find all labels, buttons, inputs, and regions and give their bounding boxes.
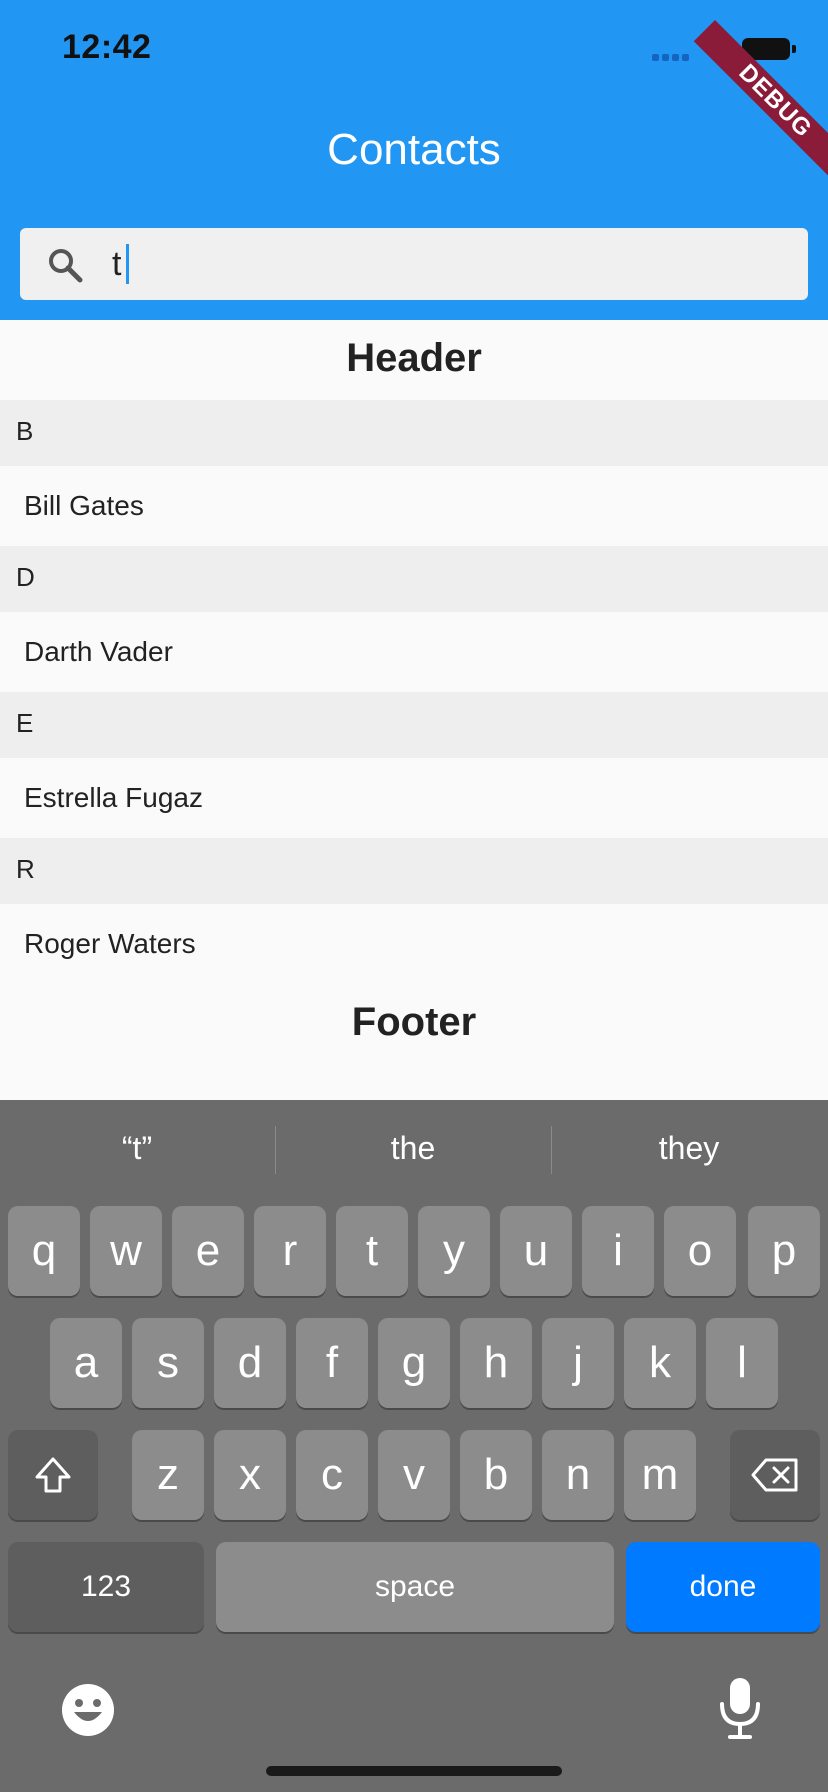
- list-footer: Footer: [351, 1000, 477, 1044]
- list-header: Header: [346, 336, 482, 380]
- battery-tip: [792, 45, 796, 53]
- search-icon: [49, 249, 83, 283]
- key-p[interactable]: p: [748, 1206, 820, 1296]
- key-w[interactable]: w: [90, 1206, 162, 1296]
- status-time: 12:42: [62, 28, 152, 66]
- section-letter: R: [16, 854, 35, 884]
- contact-name: Roger Waters: [24, 928, 196, 959]
- key-c[interactable]: c: [296, 1430, 368, 1520]
- key-z[interactable]: z: [132, 1430, 204, 1520]
- backspace-key[interactable]: [730, 1430, 820, 1520]
- key-d[interactable]: d: [214, 1318, 286, 1408]
- section-header-r: R: [0, 838, 828, 904]
- done-key[interactable]: done: [626, 1542, 820, 1632]
- key-j[interactable]: j: [542, 1318, 614, 1408]
- microphone-icon[interactable]: [716, 1676, 764, 1740]
- text-cursor: [126, 244, 129, 284]
- key-y[interactable]: y: [418, 1206, 490, 1296]
- space-key[interactable]: space: [216, 1542, 614, 1632]
- section-header-e: E: [0, 692, 828, 758]
- contact-name: Estrella Fugaz: [24, 782, 203, 813]
- section-letter: D: [16, 562, 35, 592]
- section-letter: E: [16, 708, 34, 738]
- key-u[interactable]: u: [500, 1206, 572, 1296]
- section-letter: B: [16, 416, 34, 446]
- contact-item[interactable]: Roger Waters: [0, 904, 828, 984]
- key-g[interactable]: g: [378, 1318, 450, 1408]
- backspace-icon: [751, 1458, 798, 1492]
- suggestion-item[interactable]: they: [552, 1130, 826, 1167]
- contact-item[interactable]: Estrella Fugaz: [0, 758, 828, 838]
- shift-icon: [35, 1457, 71, 1493]
- key-l[interactable]: l: [706, 1318, 778, 1408]
- contact-item[interactable]: Darth Vader: [0, 612, 828, 692]
- home-indicator[interactable]: [266, 1766, 562, 1776]
- key-e[interactable]: e: [172, 1206, 244, 1296]
- contact-name: Bill Gates: [24, 490, 144, 521]
- section-header-d: D: [0, 546, 828, 612]
- key-q[interactable]: q: [8, 1206, 80, 1296]
- key-o[interactable]: o: [664, 1206, 736, 1296]
- key-f[interactable]: f: [296, 1318, 368, 1408]
- key-k[interactable]: k: [624, 1318, 696, 1408]
- key-t[interactable]: t: [336, 1206, 408, 1296]
- numbers-key[interactable]: 123: [8, 1542, 204, 1632]
- key-s[interactable]: s: [132, 1318, 204, 1408]
- key-r[interactable]: r: [254, 1206, 326, 1296]
- contact-item[interactable]: Bill Gates: [0, 466, 828, 546]
- suggestion-item[interactable]: “t”: [0, 1130, 274, 1167]
- emoji-icon[interactable]: [60, 1682, 116, 1738]
- key-a[interactable]: a: [50, 1318, 122, 1408]
- suggestion-item[interactable]: the: [276, 1130, 550, 1167]
- key-b[interactable]: b: [460, 1430, 532, 1520]
- key-v[interactable]: v: [378, 1430, 450, 1520]
- shift-key[interactable]: [8, 1430, 98, 1520]
- key-h[interactable]: h: [460, 1318, 532, 1408]
- key-x[interactable]: x: [214, 1430, 286, 1520]
- search-input[interactable]: [112, 236, 792, 292]
- section-header-b: B: [0, 400, 828, 466]
- key-i[interactable]: i: [582, 1206, 654, 1296]
- key-m[interactable]: m: [624, 1430, 696, 1520]
- contact-name: Darth Vader: [24, 636, 173, 667]
- key-n[interactable]: n: [542, 1430, 614, 1520]
- page-title: Contacts: [327, 125, 501, 174]
- cellular-signal-icon: [652, 54, 692, 62]
